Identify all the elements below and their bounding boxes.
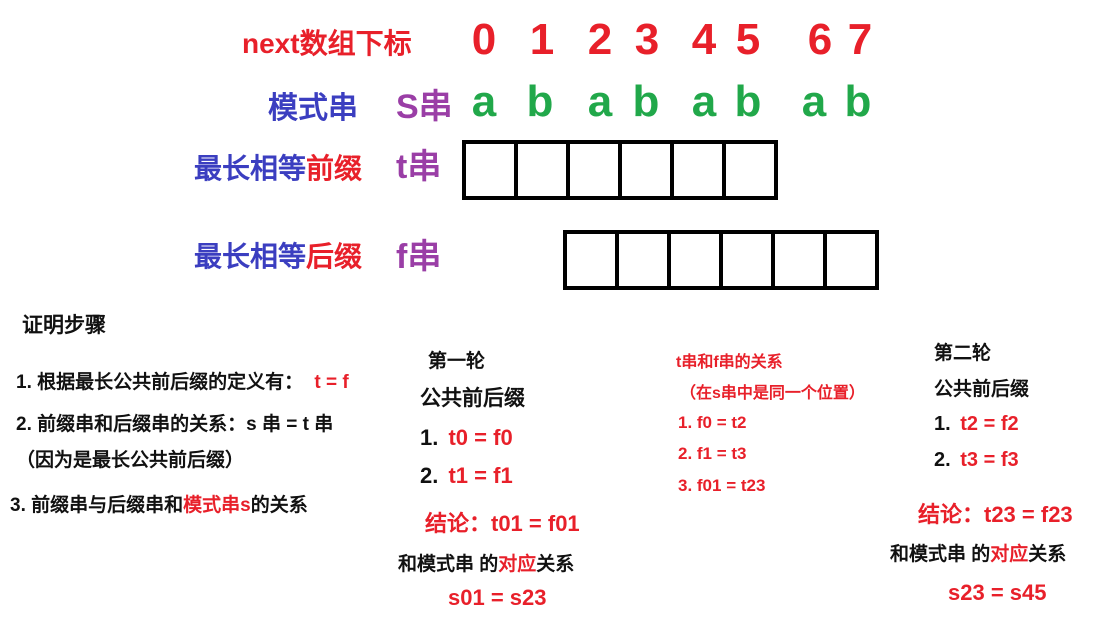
round2-line-2-num: 2. [934,449,951,471]
index-5: 5 [735,15,761,64]
t-string-label: t串 [396,148,442,186]
prefix-cell [726,144,774,196]
letter-5: b [734,77,762,126]
letter-3: b [632,77,660,126]
proof-step-2: 2. 前缀串和后缀串的关系：s 串 = t 串 [16,414,334,435]
letter-0: a [471,77,497,126]
letter-4: a [691,77,717,126]
round1-relation-part2: 对应 [498,554,537,575]
suffix-cell [619,234,671,286]
round1-line-1-value: t0 = f0 [448,425,513,450]
proof-step-1-value: t = f [314,372,349,393]
prefix-label-part2: 前缀 [306,153,363,184]
round1-title: 第一轮 [428,351,486,372]
pattern-label: 模式串 [268,92,358,125]
prefix-label-part1: 最长相等 [194,153,307,184]
index-0: 0 [471,15,497,64]
relation-item-1: 1. f0 = t2 [678,413,747,432]
round1-conclusion: 结论：t01 = f01 [425,511,580,536]
round2-relation-part2: 对应 [990,544,1029,565]
round2-subtitle: 公共前后缀 [934,379,1030,400]
suffix-label-part2: 后缀 [306,241,363,272]
proof-step-3-part1: 3. 前缀串与后缀串和 [10,495,184,516]
letter-1: b [526,77,554,126]
round2-result: s23 = s45 [948,580,1047,605]
round1-line-1-num: 1. [420,425,439,450]
index-3: 3 [634,15,660,64]
letter-2: a [587,77,613,126]
round2-line-1-num: 1. [934,413,951,435]
round2-line-2: 2. t3 = f3 [934,450,1019,470]
index-label: next数组下标 [242,28,412,59]
round2-line-1: 1. t2 = f2 [934,414,1019,434]
suffix-boxes [563,230,879,290]
prefix-row-label: 最长相等前缀 [194,155,362,183]
index-1: 1 [529,15,555,64]
round2-relation: 和模式串 的对应关系 [890,545,1066,564]
index-4: 4 [691,15,717,64]
f-string-label: f串 [396,238,442,276]
proof-step-1-text: 1. 根据最长公共前后缀的定义有： [16,372,304,393]
relation-title: t串和f串的关系 [676,354,783,371]
suffix-row-label: 最长相等后缀 [194,243,362,271]
round1-relation: 和模式串 的对应关系 [398,555,574,574]
index-7: 7 [847,15,873,64]
proof-step-3-part3: 的关系 [250,495,308,516]
letter-7: b [844,77,872,126]
suffix-cell [827,234,875,286]
suffix-cell [567,234,619,286]
relation-note: （在s串中是同一个位置） [680,385,865,402]
round1-line-2: 2. t1 = f1 [420,465,513,487]
proof-step-3: 3. 前缀串与后缀串和模式串s的关系 [10,496,308,515]
relation-item-2: 2. f1 = t3 [678,444,747,463]
round1-line-1: 1. t0 = f0 [420,427,513,449]
letter-6: a [801,77,827,126]
round2-relation-part3: 关系 [1028,544,1067,565]
s-string-label: S串 [396,88,453,126]
suffix-label-part1: 最长相等 [194,241,307,272]
round1-line-2-value: t1 = f1 [448,463,513,488]
round2-conclusion: 结论：t23 = f23 [918,502,1073,527]
proof-title: 证明步骤 [22,314,106,337]
proof-step-1: 1. 根据最长公共前后缀的定义有： t = f [16,373,349,392]
index-6: 6 [807,15,833,64]
round1-line-2-num: 2. [420,463,439,488]
relation-item-3: 3. f01 = t23 [678,476,766,495]
round2-relation-part1: 和模式串 的 [890,544,991,565]
suffix-cell [671,234,723,286]
prefix-cell [622,144,674,196]
prefix-boxes [462,140,778,200]
index-2: 2 [587,15,613,64]
proof-step-3-part2: 模式串s [183,495,251,516]
round2-line-1-value: t2 = f2 [960,413,1019,435]
proof-step-2-note: （因为是最长公共前后缀） [16,450,245,471]
round1-subtitle: 公共前后缀 [420,387,525,410]
round1-relation-part1: 和模式串 的 [398,554,499,575]
round2-line-2-value: t3 = f3 [960,449,1019,471]
prefix-cell [518,144,570,196]
round1-result: s01 = s23 [448,585,547,610]
round1-relation-part3: 关系 [536,554,575,575]
suffix-cell [775,234,827,286]
prefix-cell [466,144,518,196]
prefix-cell [674,144,726,196]
suffix-cell [723,234,775,286]
round2-title: 第二轮 [934,343,992,364]
prefix-cell [570,144,622,196]
